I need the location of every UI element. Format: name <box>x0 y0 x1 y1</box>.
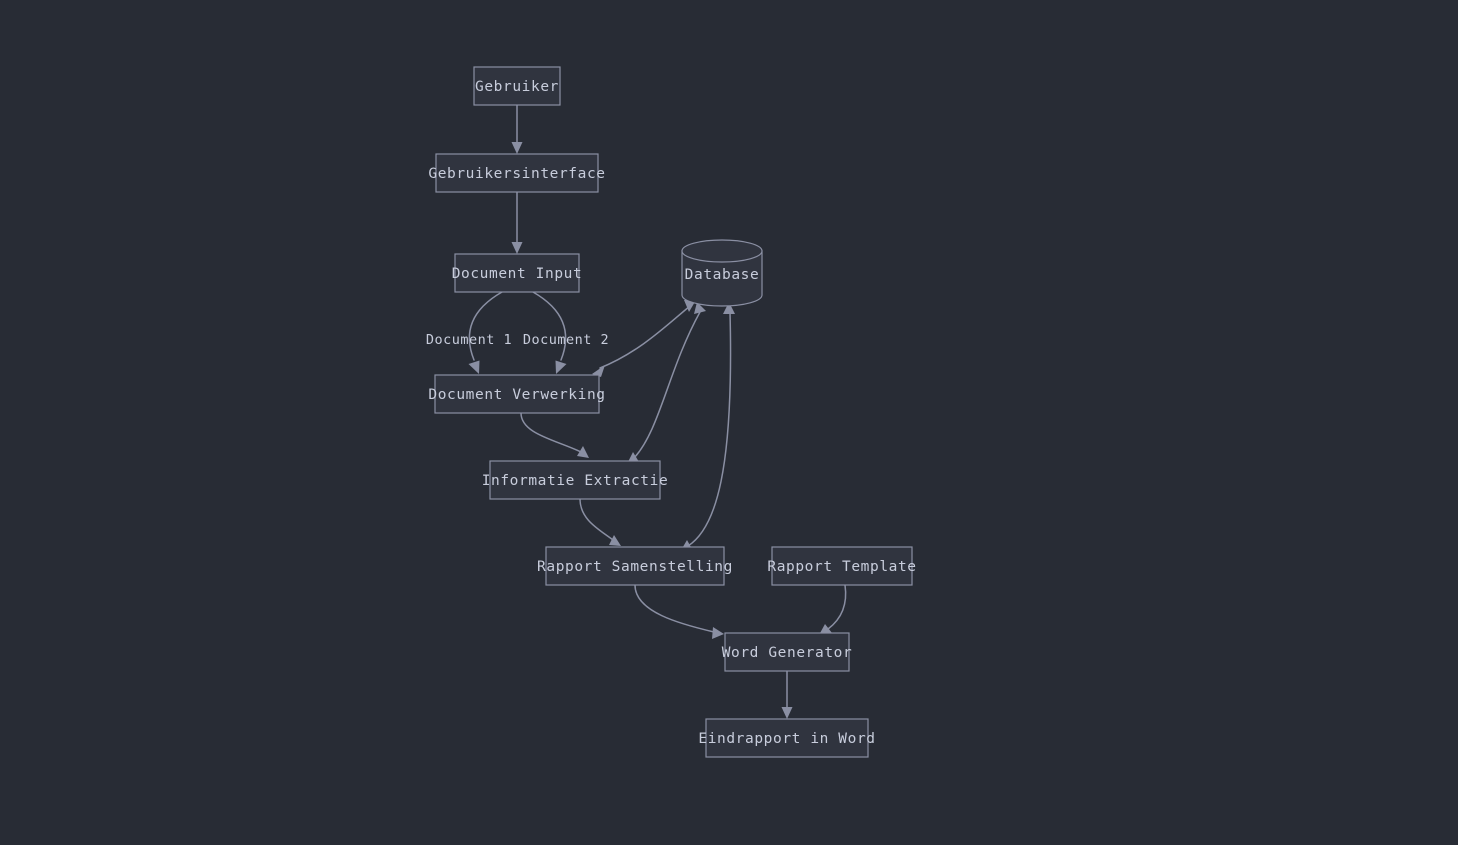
node-document-input-label: Document Input <box>452 266 583 282</box>
node-informatie-extractie-label: Informatie Extractie <box>482 473 669 489</box>
edge-rapport-samenstelling-to-word-generator <box>634 584 724 639</box>
node-gebruikersinterface-label: Gebruikersinterface <box>428 166 605 182</box>
node-rapport-samenstelling-label: Rapport Samenstelling <box>537 559 733 575</box>
arrowhead-icon <box>609 535 621 546</box>
edge-label-document-1: Document 1 <box>426 332 512 348</box>
node-word-generator[interactable]: Word Generator <box>722 632 853 672</box>
node-gebruikersinterface[interactable]: Gebruikersinterface <box>428 153 605 193</box>
node-document-input[interactable]: Document Input <box>452 253 583 293</box>
node-rapport-template-label: Rapport Template <box>767 559 916 575</box>
flowchart-diagram: Gebruiker Gebruikersinterface Document I… <box>0 0 1458 845</box>
edge-informatie-extractie-to-rapport-samenstelling <box>579 498 621 546</box>
node-database-label: Database <box>685 267 760 283</box>
node-document-verwerking-label: Document Verwerking <box>428 387 605 403</box>
edge-label-layer: Document 1 Document 2 <box>426 332 609 348</box>
node-rapport-template[interactable]: Rapport Template <box>767 546 916 586</box>
node-document-verwerking[interactable]: Document Verwerking <box>428 374 605 414</box>
node-word-generator-label: Word Generator <box>722 645 853 661</box>
node-eindrapport[interactable]: Eindrapport in Word <box>698 718 875 758</box>
edge-rapport-samenstelling-to-database <box>680 302 735 552</box>
arrowhead-icon <box>511 242 523 254</box>
edge-rapport-template-to-word-generator <box>819 584 847 635</box>
edge-word-generator-to-eindrapport <box>781 670 793 719</box>
node-gebruiker-label: Gebruiker <box>475 79 559 95</box>
node-eindrapport-label: Eindrapport in Word <box>698 731 875 747</box>
node-gebruiker[interactable]: Gebruiker <box>473 66 561 106</box>
edge-document-verwerking-to-informatie-extractie <box>520 412 589 458</box>
edge-gebruikersinterface-to-document-input <box>511 191 523 254</box>
arrowhead-icon <box>468 360 480 374</box>
edge-label-document-2: Document 2 <box>523 332 609 348</box>
node-rapport-samenstelling[interactable]: Rapport Samenstelling <box>537 546 733 586</box>
arrowhead-icon <box>555 360 567 374</box>
node-informatie-extractie[interactable]: Informatie Extractie <box>482 460 669 500</box>
arrowhead-icon <box>577 446 589 458</box>
arrowhead-icon <box>712 627 724 639</box>
edge-gebruiker-to-gebruikersinterface <box>511 104 523 154</box>
arrowhead-icon <box>781 707 793 719</box>
arrowhead-icon <box>511 142 523 154</box>
node-database[interactable]: Database <box>681 239 763 307</box>
flowchart-canvas: Gebruiker Gebruikersinterface Document I… <box>426 66 916 758</box>
node-layer: Gebruiker Gebruikersinterface Document I… <box>428 66 916 758</box>
